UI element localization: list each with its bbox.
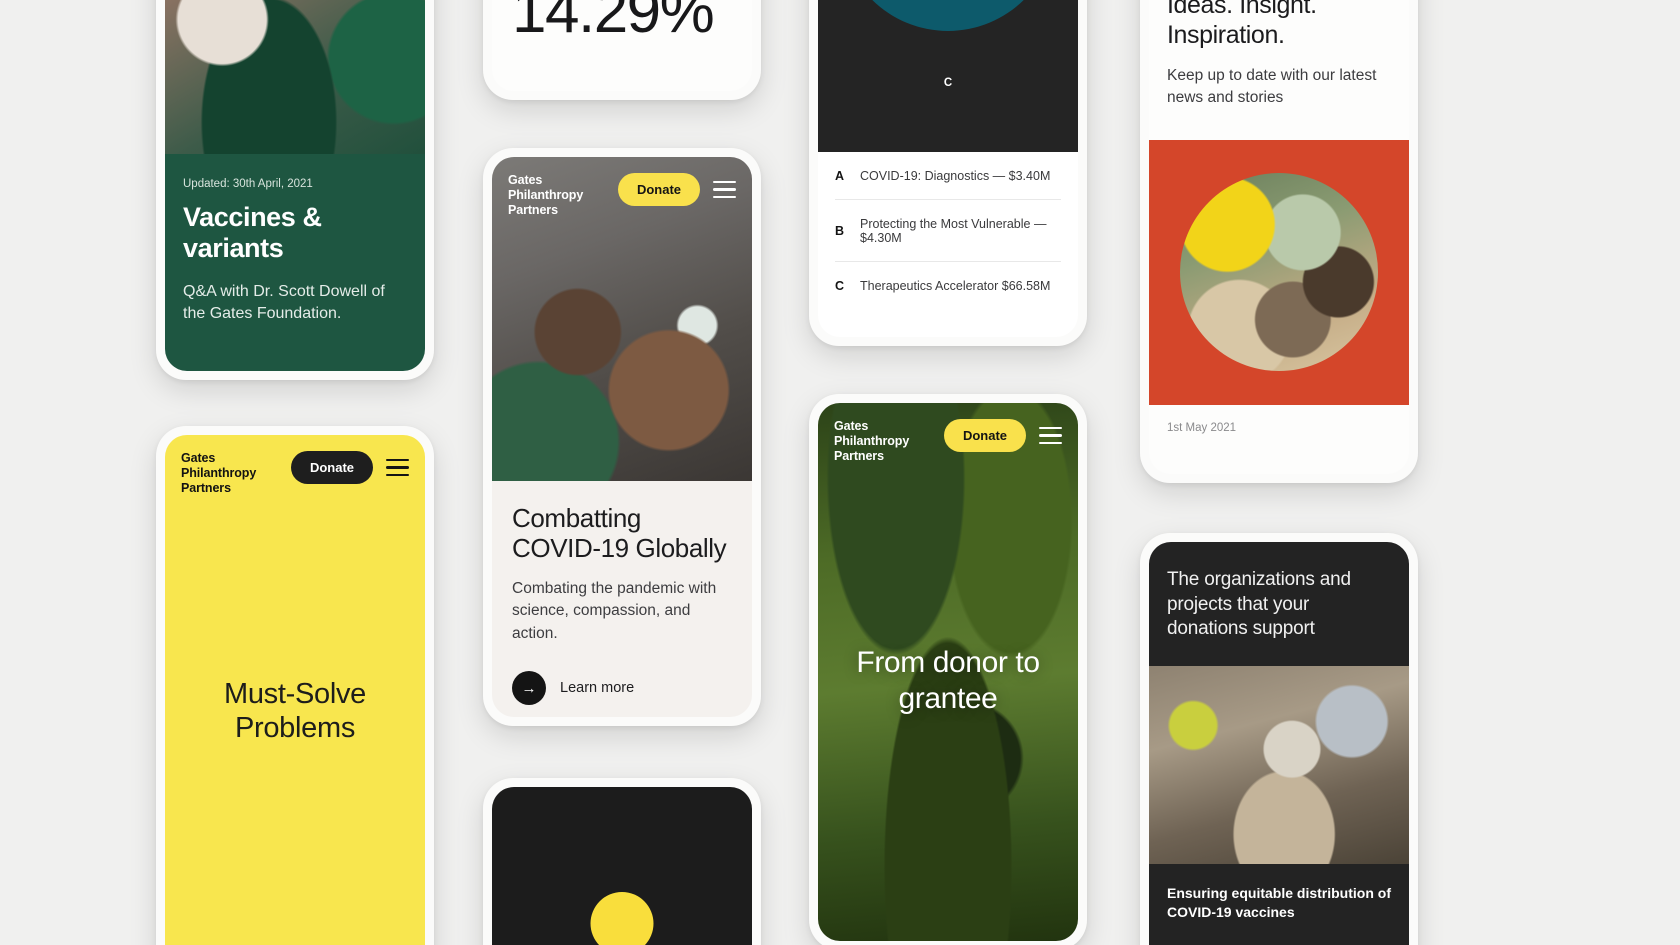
- screen: The organizations and projects that your…: [1149, 542, 1409, 945]
- donate-button[interactable]: Donate: [617, 173, 700, 206]
- screen: [492, 787, 752, 945]
- legend-item[interactable]: B Protecting the Most Vulnerable — $4.30…: [835, 200, 1061, 262]
- card-title: The organizations and projects that your…: [1167, 569, 1351, 640]
- card-title: Vaccines & variants: [183, 202, 322, 263]
- card-ideas-insight-inspiration[interactable]: Ideas. Insight. Inspiration. Keep up to …: [1140, 0, 1418, 483]
- donate-button[interactable]: Donate: [943, 419, 1026, 452]
- card-caption: Ensuring equitable distribution of COVID…: [1167, 885, 1391, 920]
- design-showcase-canvas: Updated: 30th April, 2021 Vaccines & var…: [0, 0, 1680, 945]
- featured-image-block[interactable]: [1149, 139, 1409, 405]
- legend-label: Therapeutics Accelerator $66.58M: [860, 279, 1051, 293]
- card-vaccines-and-variants[interactable]: Updated: 30th April, 2021 Vaccines & var…: [156, 0, 434, 380]
- navbar-actions: Donate: [943, 419, 1062, 452]
- pie-slice-c: [840, 0, 1056, 31]
- legend-item[interactable]: A COVID-19: Diagnostics — $3.40M: [835, 152, 1061, 200]
- publish-date: 1st May 2021: [1167, 421, 1237, 434]
- brand-logo[interactable]: Gates Philanthropy Partners: [508, 173, 583, 217]
- screen: Gates Philanthropy Partners Donate Comba…: [492, 157, 752, 717]
- legend-label: Protecting the Most Vulnerable — $4.30M: [860, 217, 1047, 245]
- card-combatting-covid19[interactable]: Gates Philanthropy Partners Donate Comba…: [483, 148, 761, 726]
- card-must-solve-problems[interactable]: Gates Philanthropy Partners Donate Must-…: [156, 426, 434, 945]
- screen: C A COVID-19: Diagnostics — $3.40M B Pro…: [818, 0, 1078, 337]
- legend-item[interactable]: C Therapeutics Accelerator $66.58M: [835, 262, 1061, 309]
- card-percentage-stat[interactable]: 14.29%: [483, 0, 761, 100]
- card-title: Ideas. Insight. Inspiration.: [1167, 0, 1317, 49]
- card-organizations-and-projects[interactable]: The organizations and projects that your…: [1140, 533, 1418, 945]
- legend-label: COVID-19: Diagnostics — $3.40M: [860, 169, 1051, 183]
- card-body: Ideas. Insight. Inspiration. Keep up to …: [1149, 0, 1409, 110]
- navbar: Gates Philanthropy Partners Donate: [818, 403, 1078, 463]
- card-donation-breakdown-chart[interactable]: C A COVID-19: Diagnostics — $3.40M B Pro…: [809, 0, 1087, 346]
- legend-key: A: [835, 169, 845, 183]
- healthcare-worker-photo: [1149, 666, 1409, 865]
- hamburger-menu-icon[interactable]: [386, 458, 409, 477]
- vaccination-photo: [165, 0, 425, 154]
- arrow-right-icon[interactable]: →: [512, 671, 546, 706]
- card-body: Combatting COVID-19 Globally Combating t…: [492, 481, 752, 706]
- percentage-value: 14.29%: [512, 0, 715, 46]
- circular-photo: [1180, 173, 1378, 372]
- brand-logo[interactable]: Gates Philanthropy Partners: [834, 419, 909, 463]
- pie-slice-label-c: C: [943, 77, 953, 89]
- navbar-actions: Donate: [290, 451, 409, 484]
- card-subtitle: Keep up to date with our latest news and…: [1167, 67, 1377, 107]
- card-header: The organizations and projects that your…: [1149, 542, 1409, 666]
- hamburger-menu-icon[interactable]: [713, 180, 736, 199]
- learn-more-label: Learn more: [560, 680, 635, 697]
- card-title: From donor to grantee: [856, 646, 1040, 715]
- screen: Gates Philanthropy Partners Donate Must-…: [165, 435, 425, 945]
- legend-key: B: [835, 224, 845, 238]
- updated-date: Updated: 30th April, 2021: [183, 178, 313, 190]
- navbar-actions: Donate: [617, 173, 736, 206]
- screen: Ideas. Insight. Inspiration. Keep up to …: [1149, 0, 1409, 474]
- card-body: Updated: 30th April, 2021 Vaccines & var…: [165, 154, 425, 326]
- screen: Gates Philanthropy Partners Donate From …: [818, 403, 1078, 941]
- hamburger-menu-icon[interactable]: [1039, 426, 1062, 445]
- navbar: Gates Philanthropy Partners Donate: [165, 435, 425, 495]
- card-title: Combatting COVID-19 Globally: [512, 503, 727, 564]
- brand-logo[interactable]: Gates Philanthropy Partners: [181, 451, 256, 495]
- learn-more-link[interactable]: → Learn more: [512, 671, 732, 706]
- card-from-donor-to-grantee[interactable]: Gates Philanthropy Partners Donate From …: [809, 394, 1087, 945]
- screen: Updated: 30th April, 2021 Vaccines & var…: [165, 0, 425, 371]
- chart-legend: A COVID-19: Diagnostics — $3.40M B Prote…: [818, 152, 1078, 309]
- card-subtitle: Q&A with Dr. Scott Dowell of the Gates F…: [183, 282, 385, 323]
- card-title: Must-Solve Problems: [223, 678, 367, 744]
- donate-button[interactable]: Donate: [290, 451, 373, 484]
- card-subtitle: Combating the pandemic with science, com…: [512, 579, 717, 642]
- legend-key: C: [835, 279, 845, 293]
- yellow-circle-graphic: [590, 892, 654, 945]
- screen: 14.29%: [492, 0, 752, 91]
- navbar: Gates Philanthropy Partners Donate: [492, 157, 752, 217]
- card-dark-yellow-dot[interactable]: [483, 778, 761, 945]
- pie-chart: C: [818, 0, 1078, 152]
